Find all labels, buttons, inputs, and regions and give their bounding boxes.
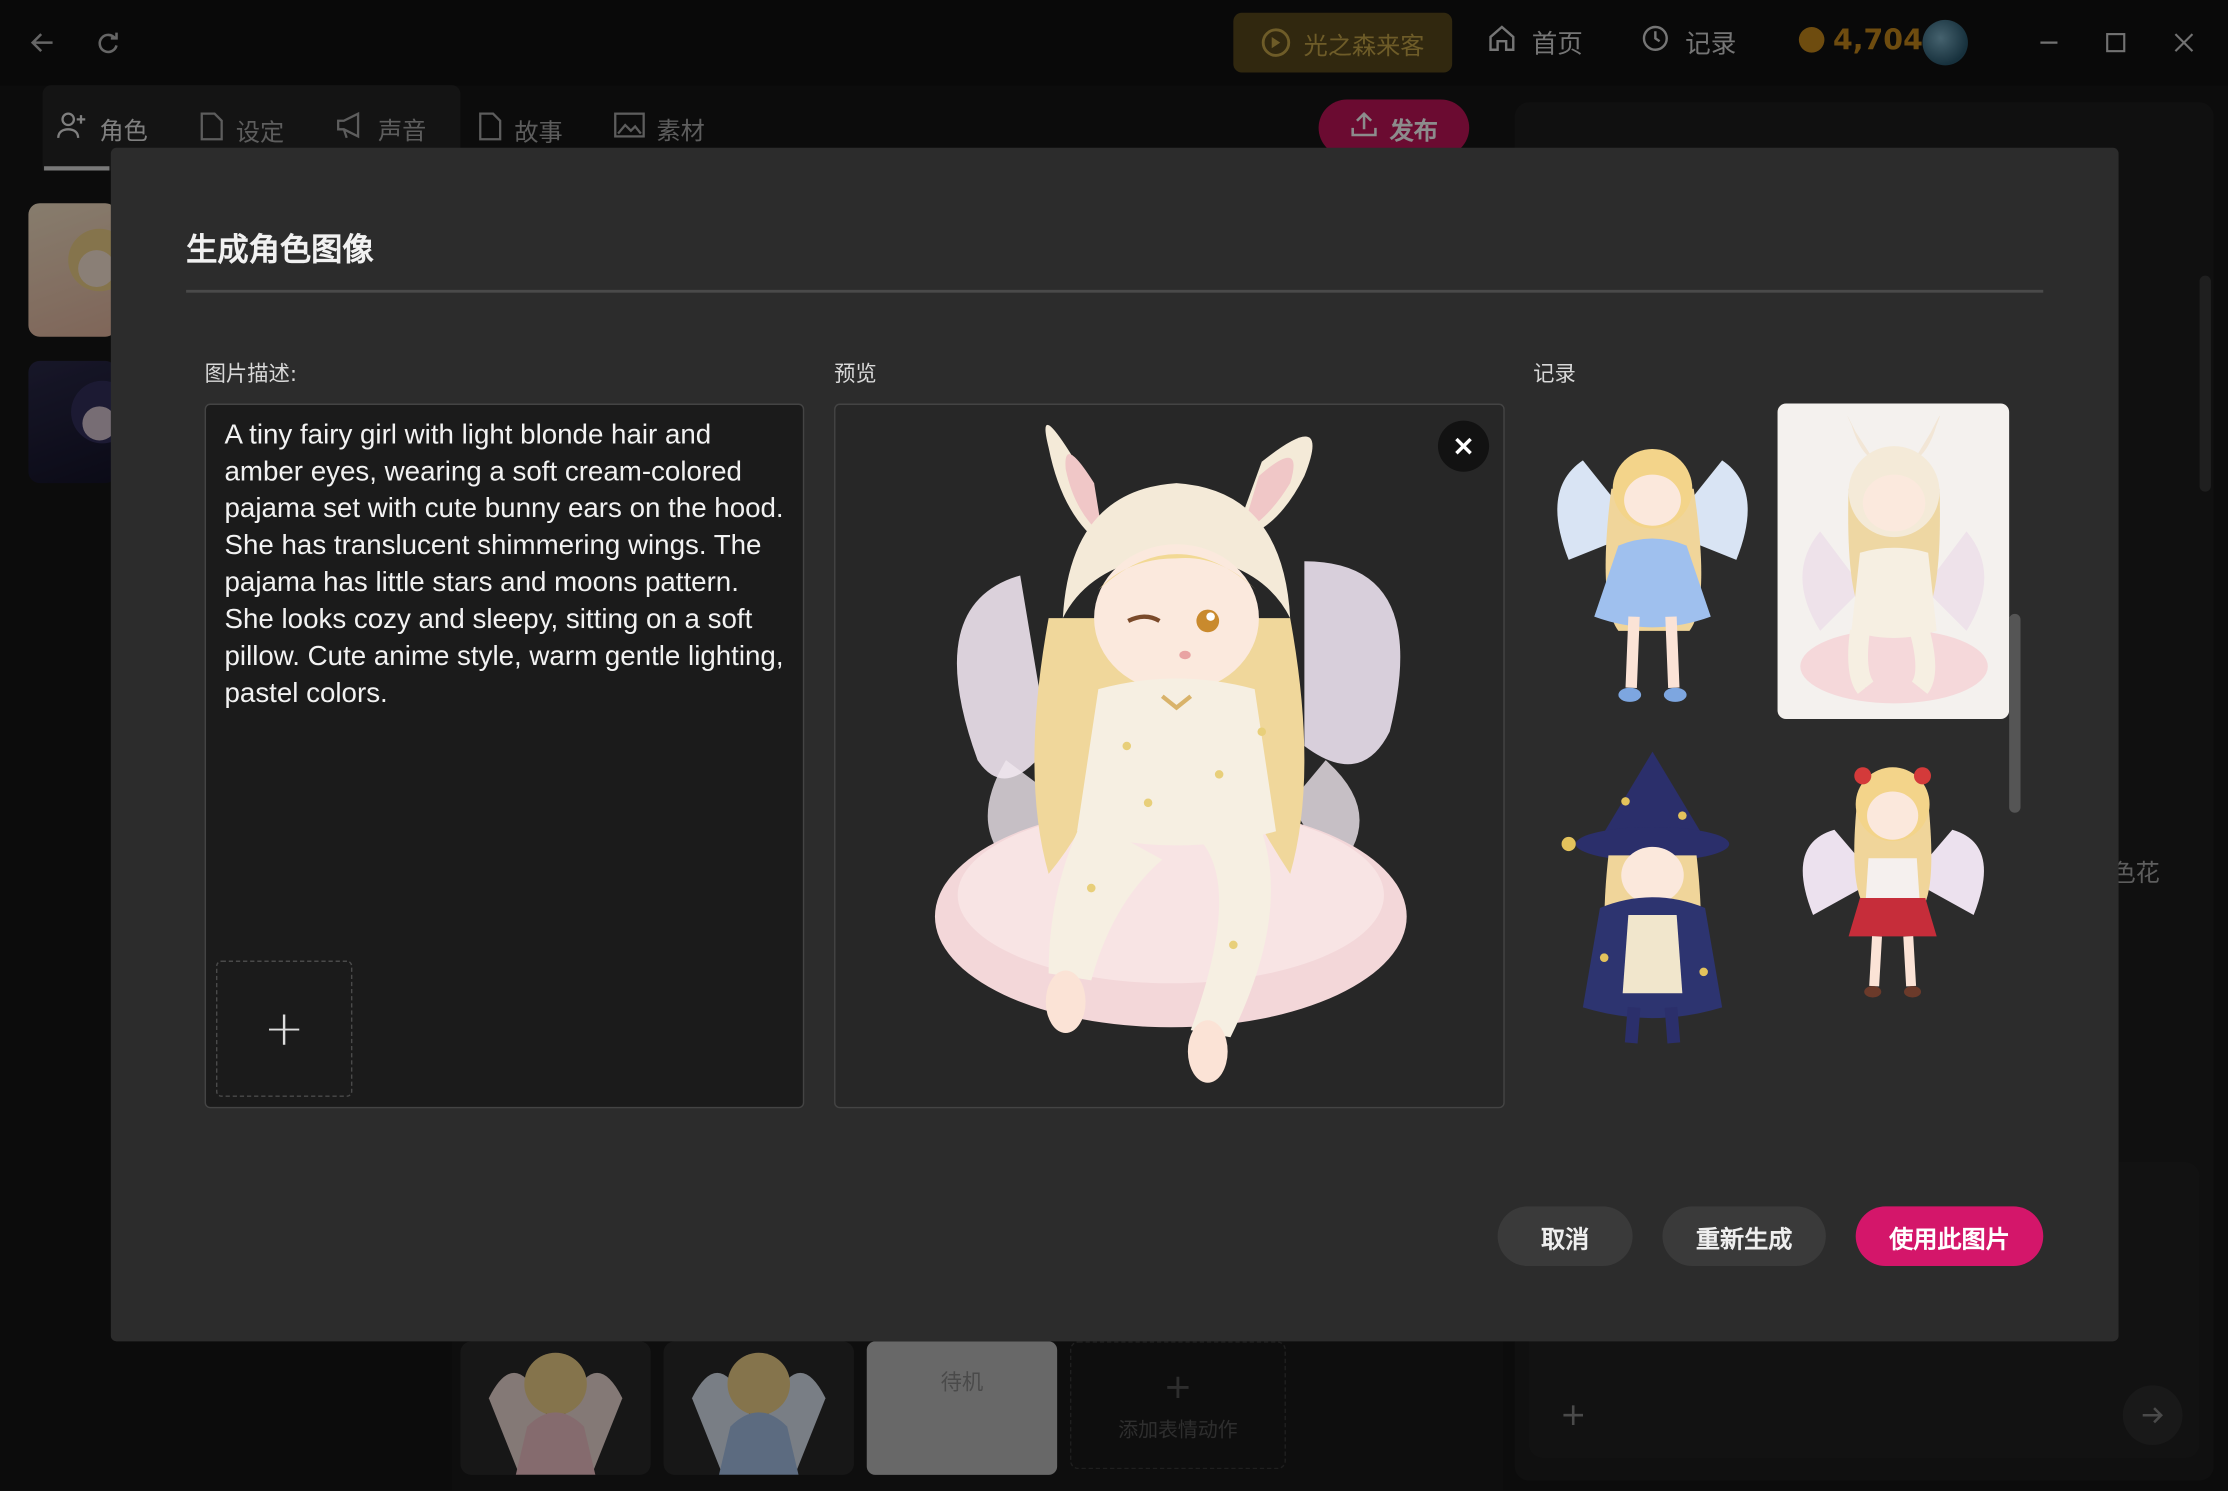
generate-image-dialog: 生成角色图像 图片描述: 预览 记录 A tiny fairy girl wit…	[110, 147, 2119, 1342]
history-scrollbar[interactable]	[2009, 613, 2021, 813]
history-label: 记录	[1533, 360, 1576, 387]
description-label: 图片描述:	[204, 360, 298, 387]
fairy-pajama-illustration	[934, 424, 1407, 1083]
history-item-wizard-fairy[interactable]	[1540, 745, 1765, 1058]
history-item-pajama-fairy[interactable]	[1777, 403, 2010, 719]
preview-label: 预览	[834, 360, 877, 387]
plus-icon: +	[263, 1000, 305, 1058]
preview-image	[834, 403, 1505, 1109]
history-item-blue-fairy[interactable]	[1540, 404, 1765, 717]
dialog-title: 生成角色图像	[186, 233, 374, 269]
cancel-button[interactable]: 取消	[1497, 1206, 1633, 1267]
history-item-red-skirt-fairy[interactable]	[1778, 745, 2010, 1015]
add-reference-image-button[interactable]: +	[215, 960, 353, 1097]
divider	[186, 289, 2044, 293]
regenerate-button[interactable]: 重新生成	[1662, 1206, 1826, 1267]
close-preview-icon[interactable]	[1437, 420, 1490, 472]
use-image-button[interactable]: 使用此图片	[1855, 1206, 2044, 1267]
app-window: 光之森来客 首页 记录 4,704 角色 设定 声音 故事 素材 发布 色花 待…	[0, 0, 2228, 1491]
